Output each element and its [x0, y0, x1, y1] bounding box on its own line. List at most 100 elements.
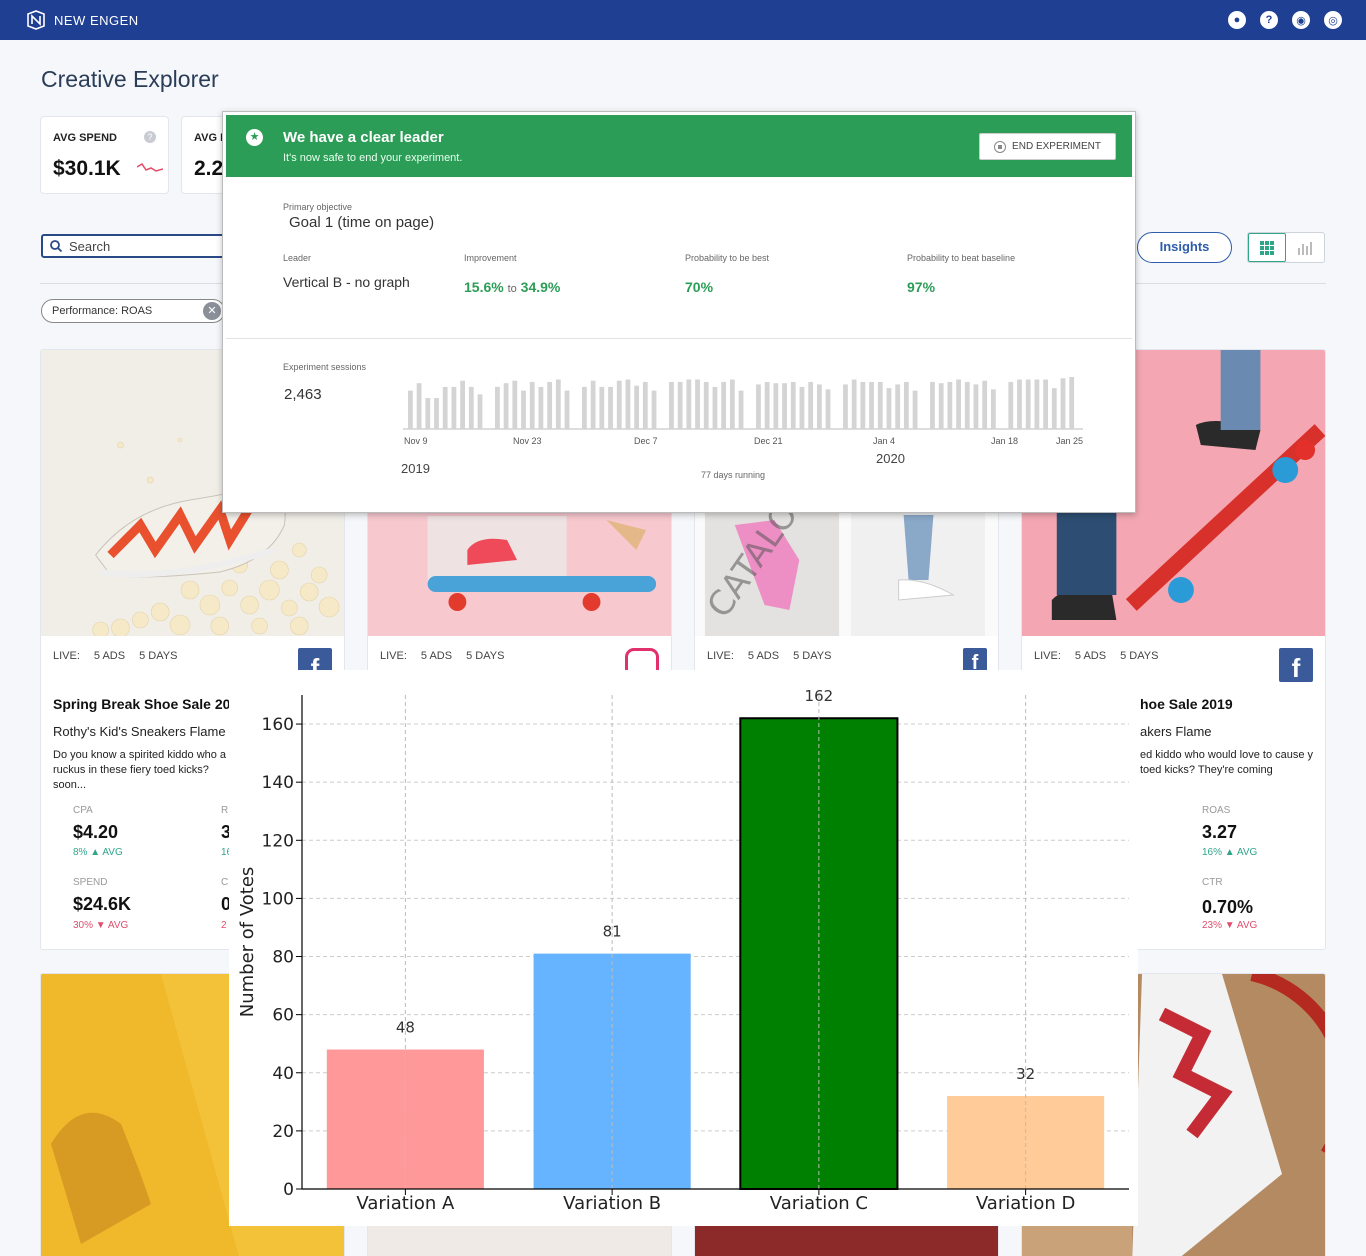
top-nav-bar: NEW ENGEN ● ? ◉ ◎ — [0, 0, 1366, 40]
session-bar — [1051, 388, 1057, 429]
target-icon[interactable]: ◉ — [1292, 11, 1310, 29]
year-right: 2020 — [876, 451, 905, 466]
session-bar — [799, 386, 805, 429]
metric-value: 0.70% — [1202, 897, 1254, 917]
prob-baseline-label: Probability to beat baseline — [907, 253, 1016, 263]
bell-icon[interactable]: ● — [1228, 11, 1246, 29]
live-label: LIVE: — [707, 650, 734, 662]
session-bar — [782, 383, 787, 429]
prob-best-value: 70% — [685, 279, 714, 295]
sparkline-icon — [137, 163, 163, 172]
session-bar — [642, 381, 648, 429]
close-icon[interactable]: ✕ — [203, 302, 221, 320]
improvement-low: 15.6% — [464, 279, 504, 295]
session-bar — [1034, 379, 1040, 429]
experiment-header: ★ We have a clear leader It's now safe t… — [226, 115, 1132, 177]
session-bar — [503, 383, 509, 429]
divider — [226, 338, 1132, 339]
session-bar — [738, 390, 744, 429]
filter-chip[interactable]: Performance: ROAS ✕ — [41, 299, 225, 323]
session-bar — [555, 379, 561, 429]
session-bar — [938, 383, 944, 429]
days-count: 5 DAYS — [793, 650, 832, 662]
days-count: 5 DAYS — [139, 650, 178, 662]
metric-label: ROAS — [1202, 805, 1231, 816]
y-tick-label: 120 — [262, 831, 294, 851]
card-subtitle: akers Flame — [1140, 724, 1212, 739]
card-meta: LIVE: 5 ADS 5 DAYS — [1034, 650, 1158, 662]
session-bar — [816, 384, 822, 429]
search-placeholder: Search — [69, 239, 111, 254]
brand-name: NEW ENGEN — [54, 12, 139, 28]
session-bar — [425, 398, 431, 429]
y-tick-label: 140 — [262, 773, 294, 793]
star-icon: ★ — [246, 129, 263, 146]
session-bar — [973, 384, 979, 429]
card-title: hoe Sale 2019 — [1140, 696, 1233, 712]
metric-label: CPA — [73, 805, 93, 816]
kpi-value: $30.1K — [53, 157, 121, 180]
x-tick-label: Variation B — [563, 1193, 661, 1214]
kpi-card-avg-spend: AVG SPEND ? $30.1K — [40, 116, 169, 194]
session-bar — [712, 386, 718, 429]
search-input[interactable]: Search — [41, 234, 241, 258]
session-bar — [773, 383, 779, 429]
session-bar — [930, 381, 935, 429]
session-bar — [860, 381, 866, 429]
avg-label: AVG — [107, 920, 129, 931]
grid-view-icon[interactable] — [1248, 233, 1287, 262]
metric-change-value: 16% — [1202, 847, 1223, 858]
y-tick-label: 160 — [262, 715, 294, 735]
account-icon[interactable]: ◎ — [1324, 11, 1342, 29]
page-title: Creative Explorer — [41, 66, 219, 92]
help-icon[interactable]: ? — [1260, 11, 1278, 29]
live-label: LIVE: — [1034, 650, 1061, 662]
x-tick-label: Variation C — [770, 1193, 868, 1214]
prob-best-label: Probability to be best — [685, 253, 770, 263]
improvement-label: Improvement — [464, 253, 517, 263]
session-bar — [538, 386, 544, 429]
session-bar — [912, 390, 918, 429]
metric-value: 3.27 — [1202, 822, 1238, 842]
y-tick-label: 100 — [262, 889, 294, 909]
session-bar — [729, 379, 735, 429]
session-bar — [651, 390, 657, 429]
session-bar — [677, 381, 683, 429]
session-bar — [468, 386, 474, 429]
experiment-panel: ★ We have a clear leader It's now safe t… — [222, 111, 1136, 513]
session-bar — [408, 390, 413, 429]
metric-label: SPEND — [73, 877, 108, 888]
session-bar — [851, 379, 857, 429]
improvement-to: to — [507, 283, 517, 295]
metric-label: R — [221, 805, 229, 816]
search-icon — [50, 240, 62, 252]
end-experiment-button[interactable]: END EXPERIMENT — [979, 133, 1116, 160]
card-description: ed kiddo who would love to cause y toed … — [1140, 749, 1314, 776]
session-bar — [590, 380, 596, 429]
y-tick-label: 60 — [272, 1006, 294, 1026]
year-left: 2019 — [401, 461, 430, 476]
session-bar — [886, 388, 892, 429]
objective-label: Primary objective — [283, 202, 353, 212]
vote-bar-chart: 0 20 40 60 80 100 120 140 160 48 Variation A 81 Vari… — [237, 687, 1129, 1214]
insights-button[interactable]: Insights — [1137, 232, 1232, 263]
session-bar — [1060, 378, 1066, 429]
metric-label: CTR — [1202, 877, 1223, 888]
ads-count: 5 ADS — [420, 650, 453, 662]
experiment-subtitle: It's now safe to end your experiment. — [283, 152, 463, 164]
session-bar — [903, 381, 909, 429]
live-label: LIVE: — [53, 650, 80, 662]
metric-change: 30% ▼ AVG — [73, 920, 129, 931]
facebook-icon: f — [963, 648, 987, 674]
session-bar — [764, 381, 770, 429]
session-bar — [982, 380, 988, 429]
session-bar — [947, 381, 953, 429]
end-experiment-label: END EXPERIMENT — [1012, 141, 1101, 152]
chart-view-icon[interactable] — [1286, 233, 1324, 262]
filter-chip-label: Performance: ROAS — [52, 305, 153, 317]
objective-value: Goal 1 (time on page) — [289, 214, 435, 231]
card-meta: LIVE: 5 ADS 5 DAYS — [380, 650, 504, 662]
help-icon[interactable]: ? — [144, 131, 156, 143]
session-bar — [756, 384, 761, 429]
brand[interactable]: NEW ENGEN — [26, 10, 139, 30]
